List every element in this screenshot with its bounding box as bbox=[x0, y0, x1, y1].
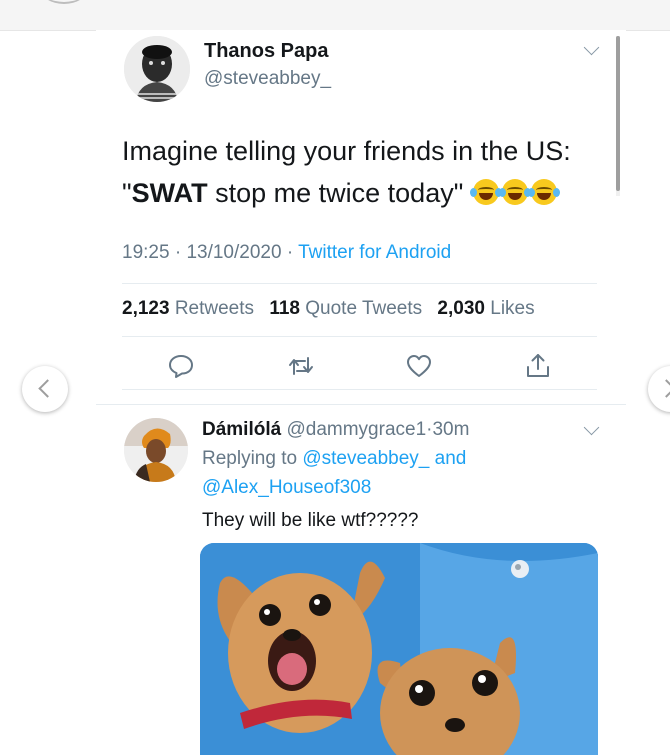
quotes-label: Quote Tweets bbox=[305, 298, 423, 319]
meta-separator: · bbox=[174, 242, 182, 263]
reply-media-image[interactable] bbox=[200, 543, 598, 755]
reply-author-handle[interactable]: @dammygrace1 bbox=[286, 419, 426, 440]
reply-icon[interactable] bbox=[167, 352, 195, 380]
tweet-source-link[interactable]: Twitter for Android bbox=[298, 242, 451, 263]
next-slide-button[interactable] bbox=[648, 366, 670, 412]
profile-avatar-edge bbox=[40, 0, 88, 4]
author-avatar[interactable] bbox=[124, 36, 190, 102]
author-handle[interactable]: @steveabbey_ bbox=[204, 68, 331, 90]
replying-to-line-2: @Alex_Houseof308 bbox=[202, 477, 371, 499]
tears-of-joy-emoji-icon bbox=[470, 178, 503, 205]
reply-time[interactable]: 30m bbox=[432, 419, 469, 440]
quotes-stat[interactable]: 118 Quote Tweets bbox=[269, 298, 422, 319]
tweet-bold-word: SWAT bbox=[131, 178, 208, 208]
scrollbar-thumb[interactable] bbox=[616, 36, 620, 191]
author-name[interactable]: Thanos Papa bbox=[204, 40, 328, 63]
tweet-metadata: 19:25 · 13/10/2020 · Twitter for Android bbox=[122, 242, 451, 264]
likes-count: 2,030 bbox=[437, 298, 485, 319]
divider bbox=[122, 336, 597, 337]
tweet-text-line-2: "SWAT stop me twice today" bbox=[122, 172, 571, 214]
top-bar bbox=[0, 0, 670, 31]
replying-to-link-2[interactable]: @Alex_Houseof308 bbox=[202, 477, 371, 498]
tweet-text: Imagine telling your friends in the US: … bbox=[122, 130, 571, 214]
reply-author-line: Dámilólá @dammygrace1·30m bbox=[202, 419, 469, 441]
reply-author-name[interactable]: Dámilólá bbox=[202, 419, 281, 440]
tears-of-joy-emoji-icon bbox=[499, 178, 532, 205]
retweets-label: Retweets bbox=[174, 298, 255, 319]
retweets-count: 2,123 bbox=[122, 298, 170, 319]
replying-and: and bbox=[434, 448, 467, 469]
tweet-text-line-1: Imagine telling your friends in the US: bbox=[122, 136, 571, 166]
previous-slide-button[interactable] bbox=[22, 366, 68, 412]
reply-author-avatar[interactable] bbox=[124, 418, 188, 482]
meta-separator: · bbox=[286, 242, 294, 263]
likes-label: Likes bbox=[490, 298, 535, 319]
retweets-stat[interactable]: 2,123 Retweets bbox=[122, 298, 254, 319]
likes-stat[interactable]: 2,030 Likes bbox=[437, 298, 534, 319]
quotes-count: 118 bbox=[269, 298, 300, 319]
tweet-date[interactable]: 13/10/2020 bbox=[186, 242, 281, 263]
replying-to-link-1[interactable]: @steveabbey_ bbox=[302, 448, 429, 469]
like-icon[interactable] bbox=[405, 352, 433, 380]
retweet-icon[interactable] bbox=[287, 352, 315, 380]
reply-divider bbox=[96, 404, 626, 405]
emoji-group bbox=[470, 178, 561, 205]
reply-text: They will be like wtf????? bbox=[202, 510, 419, 531]
divider bbox=[122, 389, 597, 390]
tweet-text-rest: stop me twice today" bbox=[207, 178, 464, 208]
chevron-right-icon bbox=[657, 379, 670, 398]
divider bbox=[122, 283, 597, 284]
tears-of-joy-emoji-icon bbox=[528, 178, 561, 205]
replying-to-line: Replying to @steveabbey_ and bbox=[202, 448, 466, 470]
replying-prefix: Replying to bbox=[202, 448, 298, 469]
share-icon[interactable] bbox=[524, 352, 552, 380]
chevron-left-icon bbox=[38, 379, 57, 398]
tweet-time[interactable]: 19:25 bbox=[122, 242, 170, 263]
tweet-stats: 2,123 Retweets 118 Quote Tweets 2,030 Li… bbox=[122, 298, 535, 320]
quote-mark: " bbox=[122, 178, 132, 208]
